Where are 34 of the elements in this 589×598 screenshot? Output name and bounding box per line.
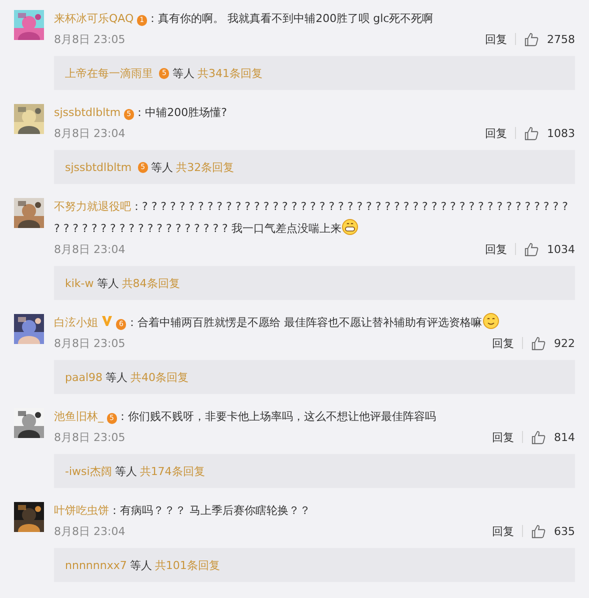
like-count: 922 (554, 336, 575, 350)
comment-text: 叶饼吃虫饼：有病吗？？？ 马上季后赛你瞎轮换？？ (54, 503, 312, 519)
others-label: 等人 (172, 66, 194, 80)
like-count: 635 (554, 524, 575, 538)
reply-link[interactable]: 回复 (485, 126, 507, 140)
thumbs-up-icon[interactable] (524, 242, 539, 256)
thumbs-up-icon[interactable] (524, 126, 539, 140)
others-label: 等人 (151, 160, 174, 174)
like-count: 2758 (547, 32, 575, 46)
smiling-face-icon (482, 313, 499, 329)
others-label: 等人 (130, 558, 152, 572)
reply-link[interactable]: 回复 (492, 524, 514, 538)
thumbs-up-icon[interactable] (531, 336, 546, 350)
reply-link[interactable]: 回复 (492, 336, 514, 350)
like-count: 1083 (547, 126, 575, 140)
comment-time: 8月8日 23:04 (54, 126, 126, 140)
thumbs-up-icon[interactable] (524, 32, 539, 46)
reply-link[interactable]: 回复 (492, 430, 514, 444)
comment-time: 8月8日 23:05 (54, 32, 126, 46)
grinning-face-icon (342, 219, 358, 235)
others-label: 等人 (96, 276, 119, 290)
comment-text: 不努力就退役吧：? ? ? ? ? ? ? ? ? ? ? ? ? ? ? ? ? ? ? ? ? ? ? ? ? ? ? ? ? ? ? ? ? ? ? ? ? ? ? ? ? ? ? ? ? ? ? ? ? ? ? ? ? ? ? ? ? ? ? ? ? ? ? ? ? 我一口气差点没喘上来 (54, 199, 569, 237)
comment-time: 8月8日 23:05 (54, 336, 126, 350)
like-count: 1034 (547, 242, 575, 256)
others-label: 等人 (106, 370, 128, 384)
thumbs-up-icon[interactable] (531, 430, 546, 444)
comment-time: 8月8日 23:04 (54, 242, 126, 256)
reply-link[interactable]: 回复 (485, 32, 507, 46)
comment-time: 8月8日 23:05 (54, 430, 126, 444)
reply-link[interactable]: 回复 (485, 242, 507, 256)
like-count: 814 (554, 430, 575, 444)
comment-time: 8月8日 23:04 (54, 524, 126, 538)
others-label: 等人 (114, 464, 137, 478)
thumbs-up-icon[interactable] (531, 524, 546, 538)
